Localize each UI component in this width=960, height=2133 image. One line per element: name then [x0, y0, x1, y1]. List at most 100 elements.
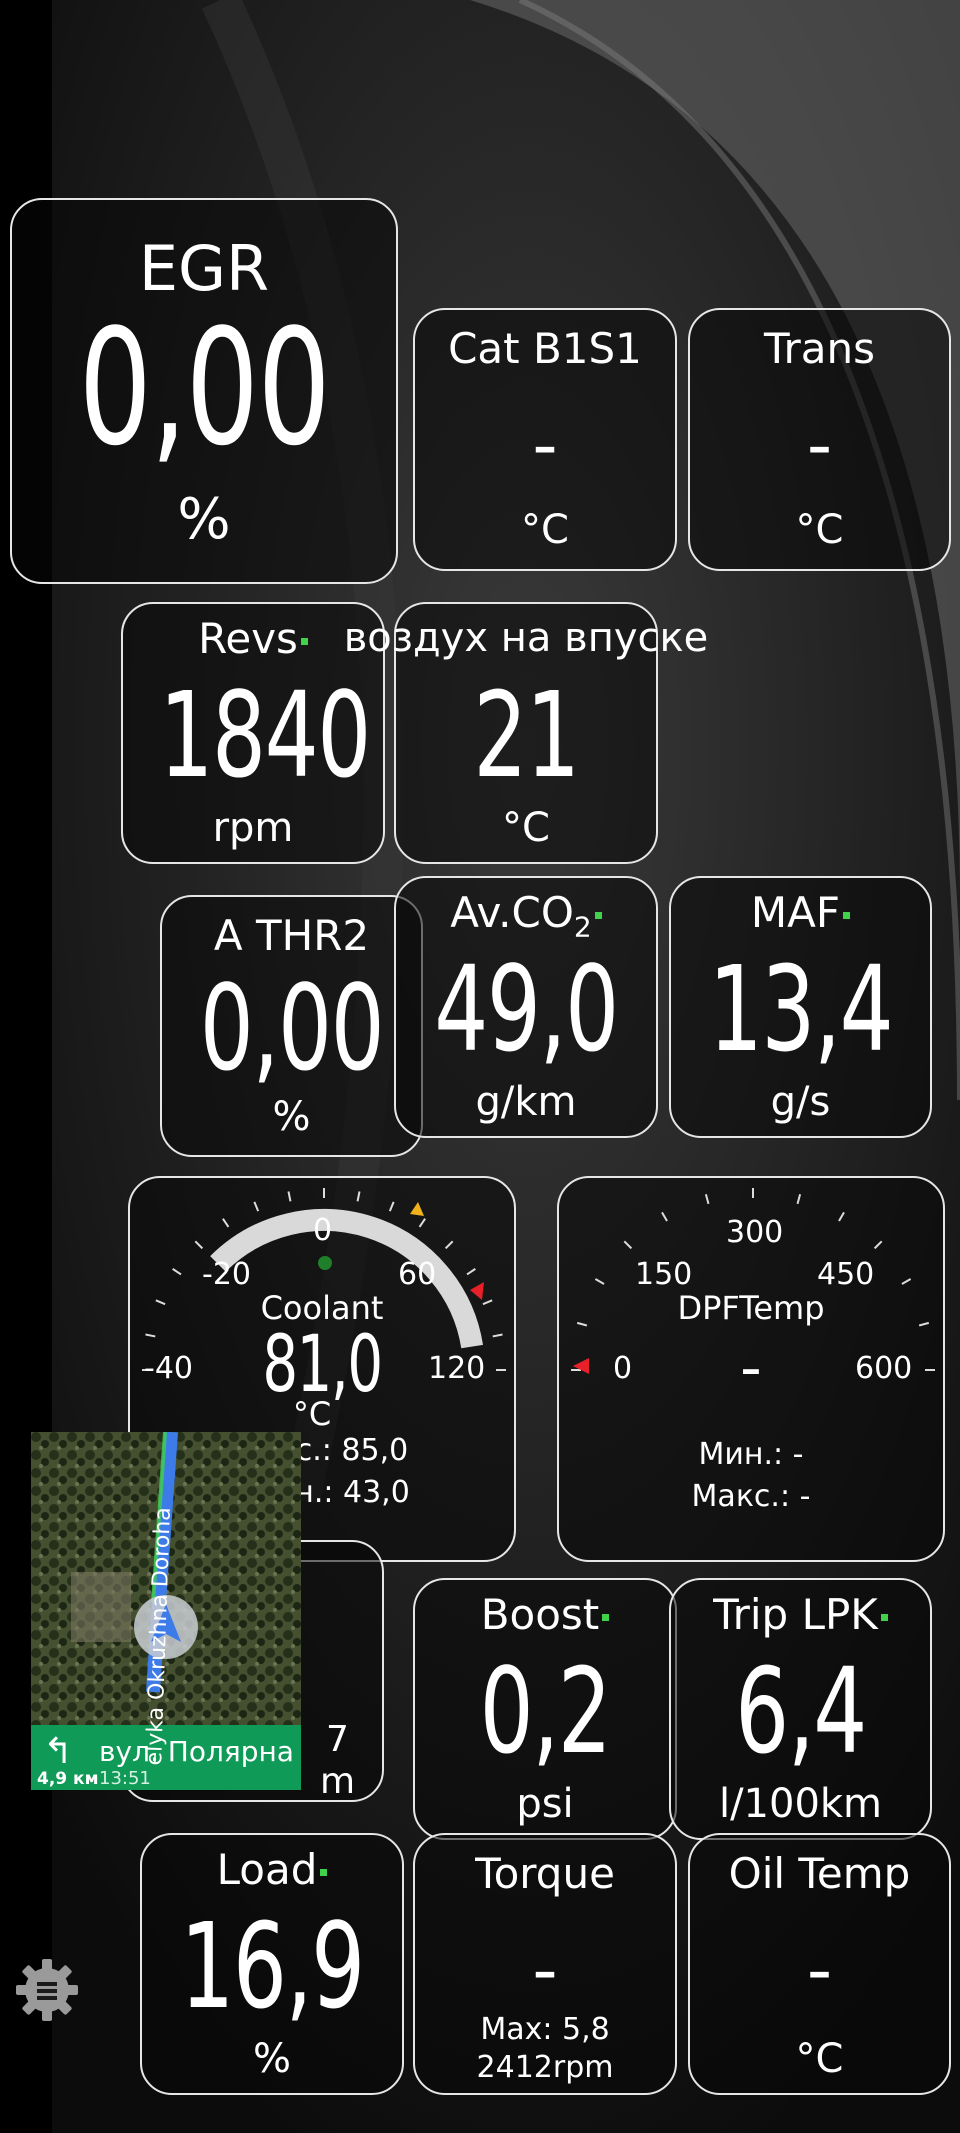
a-thr2-gauge[interactable]: A THR2 0,00 %: [160, 895, 423, 1157]
boost-unit: psi: [516, 1781, 574, 1827]
dial-tick: [623, 1240, 633, 1250]
dial-tick: [194, 1240, 204, 1250]
egr-label: EGR: [138, 232, 270, 305]
load-label: Load: [216, 1845, 318, 1894]
boost-label-row: Boost: [415, 1594, 675, 1636]
torque-max-line2: 2412rpm: [476, 2050, 614, 2085]
dpf-label: DPFTemp: [677, 1289, 825, 1327]
dial-tick: [466, 1268, 476, 1276]
oil-temp-gauge[interactable]: Oil Temp - °C: [688, 1833, 951, 2095]
trans-label: Trans: [764, 324, 875, 373]
maf-unit: g/s: [770, 1079, 831, 1125]
maf-gauge[interactable]: MAF 13,4 g/s: [669, 876, 932, 1138]
athr-value: 0,00: [199, 959, 385, 1097]
revs-value: 1840: [159, 666, 371, 804]
av-co2-gauge[interactable]: Av.CO2 49,0 g/km: [394, 876, 658, 1138]
intake-value: 21: [473, 666, 580, 804]
load-gauge[interactable]: Load 16,9 %: [140, 1833, 404, 2095]
dial-tick: [287, 1191, 292, 1202]
oil-value: -: [806, 1929, 833, 2011]
co2-value: 49,0: [434, 940, 619, 1078]
dpf-max: Макс.: -: [691, 1479, 811, 1514]
dpf-tick-150: 150: [635, 1257, 693, 1292]
dial-tick: [796, 1193, 802, 1205]
coolant-tick-60: 60: [398, 1257, 437, 1292]
dpf-temp-dial-gauge[interactable]: 0 150 300 450 600 DPFTemp - Мин.: - Макс…: [557, 1176, 945, 1562]
gear-icon[interactable]: [12, 1955, 82, 2025]
oil-label: Oil Temp: [728, 1849, 911, 1898]
boost-value: 0,2: [479, 1642, 612, 1780]
cat-unit: °C: [521, 507, 569, 553]
trans-value: -: [806, 404, 833, 486]
revs-unit: rpm: [212, 805, 294, 851]
boost-label: Boost: [480, 1590, 600, 1639]
dial-tick: [901, 1278, 912, 1285]
dial-tick: [172, 1268, 182, 1276]
maf-label-row: MAF: [671, 892, 930, 934]
trans-gauge[interactable]: Trans - °C: [688, 308, 951, 571]
dial-tick: [388, 1201, 395, 1212]
revs-status-dot: [300, 638, 308, 645]
boost-gauge[interactable]: Boost 0,2 psi: [413, 1578, 677, 1840]
dial-tick: [873, 1240, 883, 1250]
co2-subscript: 2: [573, 910, 592, 944]
maf-value: 13,4: [708, 940, 894, 1078]
dial-tick: [356, 1191, 361, 1202]
co2-unit: g/km: [475, 1079, 577, 1125]
trip-label-row: Trip LPK: [671, 1594, 930, 1636]
dpf-min: Мин.: -: [698, 1437, 804, 1472]
boost-status-dot: [602, 1614, 610, 1621]
co2-label-row: Av.CO2: [396, 892, 656, 941]
co2-label: Av.CO: [450, 888, 574, 937]
coolant-value: 81,0: [262, 1320, 383, 1410]
coolant-tick-m20: -20: [202, 1257, 251, 1292]
dial-tick: [661, 1211, 668, 1222]
dial-tick: [222, 1218, 230, 1228]
coolant-tick-0: 0: [313, 1213, 333, 1248]
trip-label: Trip LPK: [713, 1590, 878, 1639]
dial-tick: [253, 1201, 260, 1212]
athr-label: A THR2: [213, 911, 370, 960]
dpf-tick-300: 300: [726, 1215, 784, 1250]
torque-max-line1: Max: 5,8: [480, 2012, 610, 2047]
trans-unit: °C: [795, 507, 844, 553]
intake-air-gauge[interactable]: воздух на впуске 21 °C: [344, 602, 708, 864]
next-turn-distance: 4,9 км: [37, 1769, 99, 1789]
dpf-tick-450: 450: [817, 1257, 875, 1292]
torque-gauge[interactable]: Torque - Max: 5,8 2412rpm: [413, 1833, 677, 2095]
co2-status-dot: [594, 912, 602, 919]
dial-tick: [492, 1333, 503, 1338]
maf-label: MAF: [750, 888, 841, 937]
coolant-unit: °C: [292, 1395, 332, 1433]
dial-tick: [418, 1218, 426, 1228]
dial-tick: [594, 1278, 605, 1285]
intake-label: воздух на впуске: [343, 615, 709, 661]
trip-unit: l/100km: [718, 1781, 883, 1827]
cat-label: Cat B1S1: [448, 324, 642, 373]
dpf-value: -: [740, 1333, 762, 1403]
coolant-warn-marker: [410, 1202, 424, 1216]
turn-left-icon: ↰: [43, 1731, 74, 1772]
dial-tick: [145, 1333, 156, 1338]
egr-unit: %: [177, 487, 231, 552]
arrival-time: 13:51: [99, 1768, 151, 1789]
cat-value: -: [532, 404, 558, 486]
dial-tick: [704, 1193, 710, 1205]
egr-value: 0,00: [78, 294, 331, 481]
egr-gauge[interactable]: EGR 0,00 %: [10, 198, 398, 584]
dial-tick: [838, 1211, 845, 1222]
hidden-gauge-value: 7: [326, 1719, 349, 1760]
dial-tick: [444, 1240, 454, 1250]
trip-status-dot: [880, 1614, 888, 1621]
cat-b1s1-gauge[interactable]: Cat B1S1 - °C: [413, 308, 677, 571]
coolant-zero-marker: [318, 1256, 332, 1270]
intake-unit: °C: [502, 805, 550, 851]
trip-lpk-gauge[interactable]: Trip LPK 6,4 l/100km: [669, 1578, 932, 1840]
revs-label: Revs: [198, 614, 298, 663]
maf-status-dot: [843, 912, 851, 919]
load-unit: %: [252, 2036, 291, 2082]
torque-value: -: [532, 1929, 558, 2011]
load-value: 16,9: [180, 1897, 365, 2035]
trip-value: 6,4: [735, 1642, 867, 1780]
hidden-gauge-unit: m: [319, 1761, 356, 1802]
